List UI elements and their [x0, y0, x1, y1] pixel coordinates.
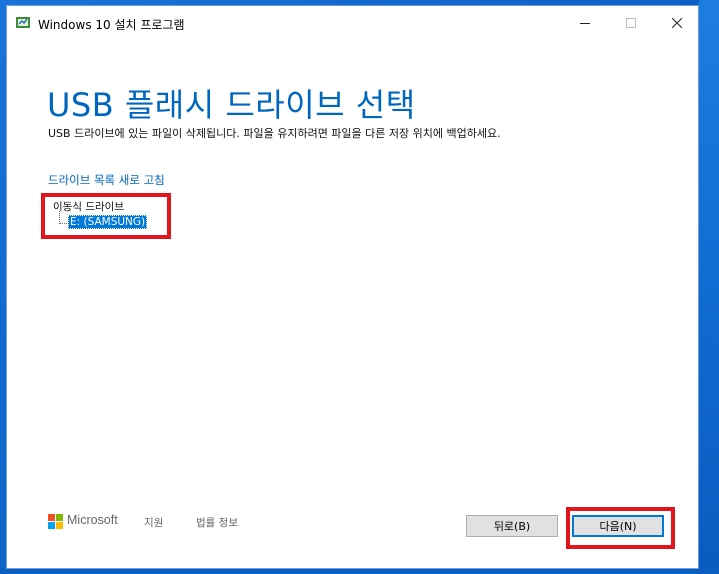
page-title: USB 플래시 드라이브 선택: [47, 86, 416, 124]
minimize-button[interactable]: [562, 6, 608, 40]
support-link[interactable]: 지원: [144, 515, 163, 530]
close-button[interactable]: [654, 6, 700, 40]
logo-square-blue: [48, 522, 55, 529]
refresh-drive-list-link[interactable]: 드라이브 목록 새로 고침: [48, 172, 165, 188]
logo-square-red: [48, 514, 55, 521]
close-icon: [672, 18, 682, 28]
microsoft-wordmark: Microsoft: [67, 513, 118, 527]
drive-item-selected[interactable]: E: (SAMSUNG): [68, 215, 148, 229]
logo-square-yellow: [56, 522, 63, 529]
page-description: USB 드라이브에 있는 파일이 삭제됩니다. 파일을 유지하려면 파일을 다른…: [48, 127, 501, 140]
setup-window: Windows 10 설치 프로그램 USB 플래시 드라이브 선택 USB 드…: [6, 5, 699, 569]
minimize-icon: [580, 23, 590, 24]
next-button[interactable]: 다음(N): [572, 515, 664, 537]
microsoft-logo-icon: [48, 514, 63, 529]
setup-app-icon: [16, 17, 30, 28]
maximize-button[interactable]: [608, 6, 654, 40]
back-button[interactable]: 뒤로(B): [466, 515, 558, 537]
legal-info-link[interactable]: 법률 정보: [196, 515, 238, 530]
title-bar[interactable]: Windows 10 설치 프로그램: [7, 6, 698, 40]
logo-square-green: [56, 514, 63, 521]
window-title: Windows 10 설치 프로그램: [38, 18, 185, 32]
maximize-icon: [626, 18, 636, 28]
desktop-background: [699, 0, 719, 574]
